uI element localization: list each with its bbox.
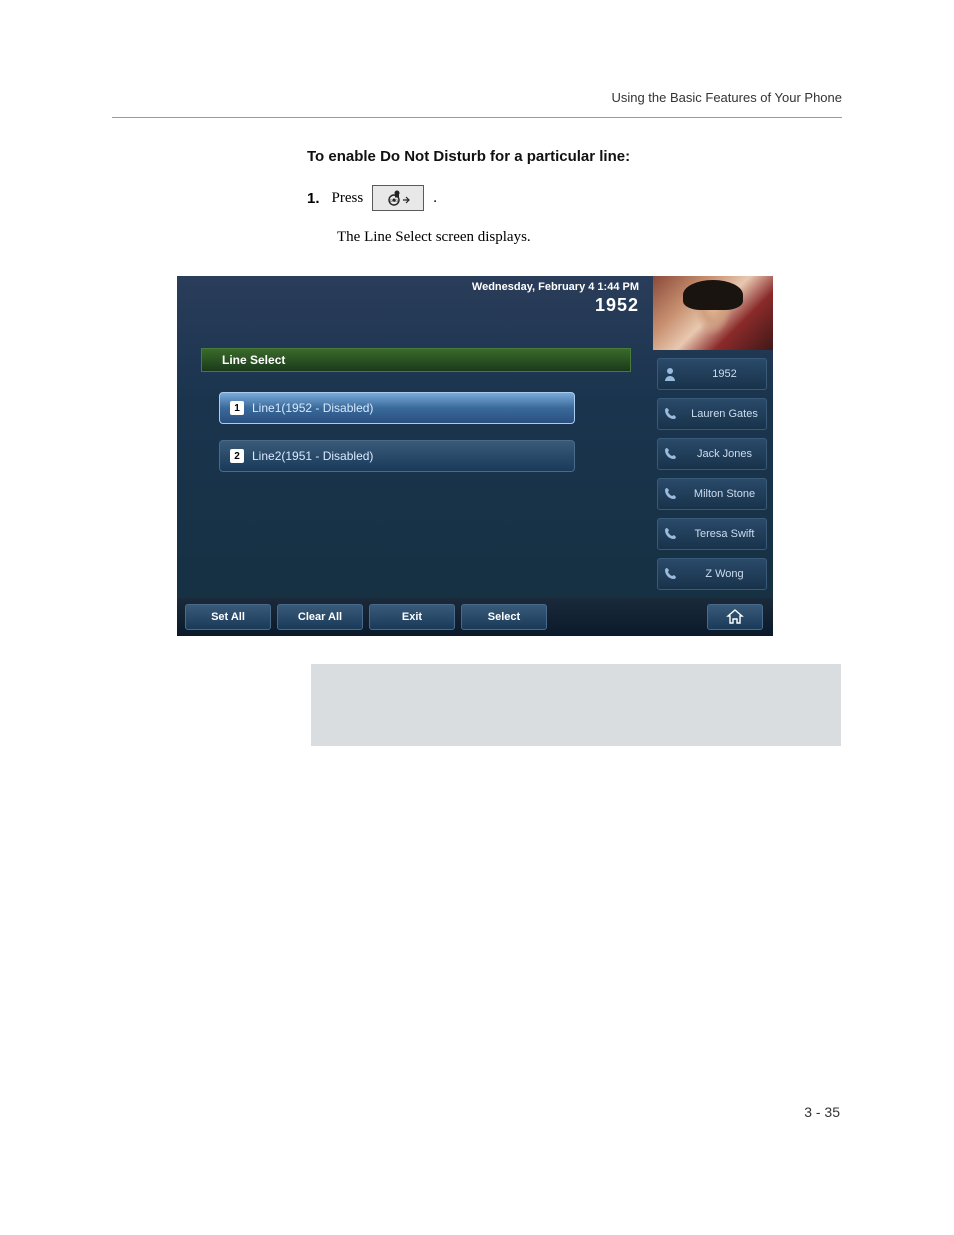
line-badge-2: 2 [230,449,244,463]
screen-title: Line Select [222,353,285,367]
person-icon [662,366,678,382]
contact-label: Jack Jones [683,448,766,460]
softkey-home[interactable] [707,604,763,630]
contact-label: Milton Stone [683,488,766,500]
status-date: Wednesday, February 4 1:44 PM [472,280,639,294]
handset-icon [662,406,678,422]
handset-icon [662,486,678,502]
screen-title-bar: Line Select [201,348,631,372]
svg-text:DND: DND [390,198,399,203]
section-heading: To enable Do Not Disturb for a particula… [307,148,842,165]
screen-main-area: Wednesday, February 4 1:44 PM 1952 Line … [177,276,647,596]
contact-item[interactable]: Z Wong [657,558,767,590]
step-number: 1. [307,190,320,207]
step-result-text: The Line Select screen displays. [337,229,842,246]
contact-item[interactable]: Lauren Gates [657,398,767,430]
contact-item[interactable]: Jack Jones [657,438,767,470]
step-1: 1. Press DND . [307,185,842,211]
handset-icon [662,566,678,582]
softkey-set-all[interactable]: Set All [185,604,271,630]
softkey-bar: Set All Clear All Exit Select [177,598,773,636]
user-photo [653,276,773,350]
running-head: Using the Basic Features of Your Phone [112,90,842,113]
handset-icon [662,446,678,462]
step-period: . [433,190,437,207]
line-label-2: Line2(1951 - Disabled) [252,449,373,463]
status-extension: 1952 [472,294,639,317]
page-number: 3 - 35 [804,1104,840,1120]
contact-item[interactable]: Milton Stone [657,478,767,510]
phone-screenshot: Wednesday, February 4 1:44 PM 1952 Line … [177,276,773,636]
softkey-select[interactable]: Select [461,604,547,630]
line-label-1: Line1(1952 - Disabled) [252,401,373,415]
step-press-text: Press [332,190,364,207]
line-item-2[interactable]: 2 Line2(1951 - Disabled) [219,440,575,472]
content-block: To enable Do Not Disturb for a particula… [307,148,842,246]
page-header: Using the Basic Features of Your Phone [112,90,842,118]
softkey-exit[interactable]: Exit [369,604,455,630]
screen-right-column: 1952 Lauren Gates Jack Jones Milton Ston… [653,276,773,596]
home-icon [726,608,744,626]
contact-item[interactable]: Teresa Swift [657,518,767,550]
line-item-1[interactable]: 1 Line1(1952 - Disabled) [219,392,575,424]
dnd-button-icon: DND [372,185,424,211]
softkey-clear-all[interactable]: Clear All [277,604,363,630]
note-box [311,664,841,746]
contact-label: 1952 [683,368,766,380]
header-rule [112,117,842,118]
contact-label: Z Wong [683,568,766,580]
contact-label: Lauren Gates [683,408,766,420]
contact-label: Teresa Swift [683,528,766,540]
status-bar: Wednesday, February 4 1:44 PM 1952 [472,280,639,318]
handset-icon [662,526,678,542]
contact-self[interactable]: 1952 [657,358,767,390]
line-badge-1: 1 [230,401,244,415]
